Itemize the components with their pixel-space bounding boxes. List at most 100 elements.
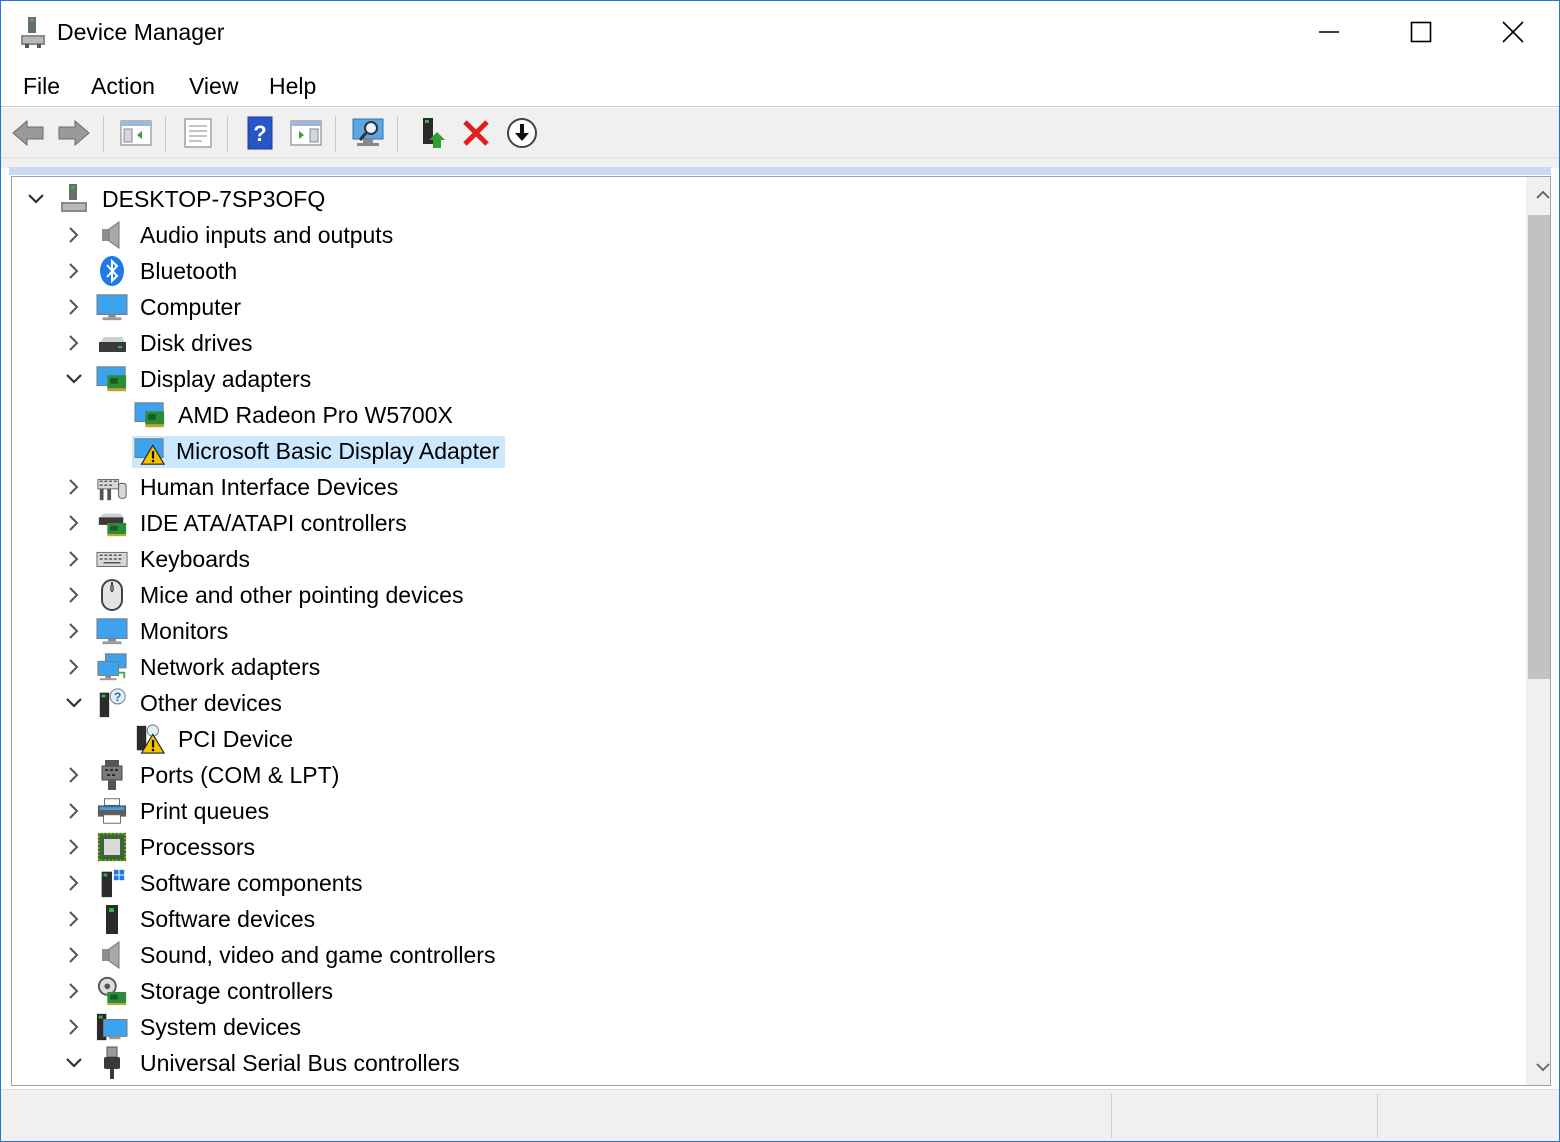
tree-item-ide-controllers[interactable]: IDE ATA/ATAPI controllers: [12, 505, 1512, 541]
update-driver-button[interactable]: [415, 116, 449, 150]
tree-item-ports[interactable]: Ports (COM & LPT): [12, 757, 1512, 793]
tree-item-processors[interactable]: Processors: [12, 829, 1512, 865]
close-icon: [1502, 21, 1524, 43]
monitor-icon: [96, 615, 128, 647]
tree-item-amd-radeon[interactable]: AMD Radeon Pro W5700X: [12, 397, 1512, 433]
tree-item-label[interactable]: PCI Device: [172, 724, 299, 756]
tree-item-audio[interactable]: Audio inputs and outputs: [12, 217, 1512, 253]
tree-item-label[interactable]: IDE ATA/ATAPI controllers: [134, 508, 413, 540]
tree-item-print-queues[interactable]: Print queues: [12, 793, 1512, 829]
scrollbar-thumb[interactable]: [1528, 215, 1550, 679]
tree-item-label[interactable]: Ports (COM & LPT): [134, 760, 345, 792]
show-hide-console-tree-button[interactable]: [119, 116, 153, 150]
tree-item-usb-controllers[interactable]: Universal Serial Bus controllers: [12, 1045, 1512, 1081]
tree-root-label[interactable]: DESKTOP-7SP3OFQ: [96, 184, 331, 216]
help-icon: ?: [247, 116, 273, 150]
chevron-right-icon[interactable]: [64, 873, 84, 893]
chevron-down-icon[interactable]: [26, 189, 46, 209]
tree-item-label[interactable]: Computer: [134, 292, 247, 324]
chevron-right-icon[interactable]: [64, 477, 84, 497]
tree-item-software-devices[interactable]: Software devices: [12, 901, 1512, 937]
chevron-right-icon[interactable]: [64, 585, 84, 605]
tree-item-label[interactable]: Human Interface Devices: [134, 472, 404, 504]
chevron-right-icon[interactable]: [64, 909, 84, 929]
chevron-right-icon[interactable]: [64, 801, 84, 821]
tree-item-label[interactable]: System devices: [134, 1012, 307, 1044]
tree-item-storage-controllers[interactable]: Storage controllers: [12, 973, 1512, 1009]
tree-item-label[interactable]: Disk drives: [134, 328, 258, 360]
tree-item-bluetooth[interactable]: Bluetooth: [12, 253, 1512, 289]
back-button[interactable]: [11, 116, 45, 150]
tree-item-monitors[interactable]: Monitors: [12, 613, 1512, 649]
tree-item-system-devices[interactable]: System devices: [12, 1009, 1512, 1045]
scroll-up-button[interactable]: [1526, 177, 1550, 213]
tree-item-label[interactable]: Sound, video and game controllers: [134, 940, 501, 972]
tree-item-mice[interactable]: Mice and other pointing devices: [12, 577, 1512, 613]
tree-item-label-selected[interactable]: Microsoft Basic Display Adapter: [132, 436, 506, 468]
tree-item-software-components[interactable]: Software components: [12, 865, 1512, 901]
minimize-button[interactable]: [1283, 1, 1375, 63]
chevron-down-icon[interactable]: [64, 1053, 84, 1073]
chevron-down-icon[interactable]: [64, 369, 84, 389]
chevron-right-icon[interactable]: [64, 513, 84, 533]
tree-item-label[interactable]: Software components: [134, 868, 368, 900]
software-component-icon: [96, 867, 128, 899]
tree-item-label[interactable]: AMD Radeon Pro W5700X: [172, 400, 459, 432]
tree-item-pci-device[interactable]: PCI Device: [12, 721, 1512, 757]
chevron-right-icon[interactable]: [64, 1017, 84, 1037]
chevron-right-icon[interactable]: [64, 657, 84, 677]
forward-button[interactable]: [57, 116, 91, 150]
tree-item-keyboards[interactable]: Keyboards: [12, 541, 1512, 577]
chevron-right-icon[interactable]: [64, 837, 84, 857]
uninstall-device-button[interactable]: [459, 116, 493, 150]
chevron-right-icon[interactable]: [64, 549, 84, 569]
scan-hardware-changes-button[interactable]: [351, 116, 385, 150]
tree-item-label[interactable]: Mice and other pointing devices: [134, 580, 469, 612]
disable-device-button[interactable]: [505, 116, 539, 150]
tree-item-other-devices[interactable]: ? Other devices: [12, 685, 1512, 721]
tree-item-microsoft-basic-display-adapter[interactable]: Microsoft Basic Display Adapter: [12, 433, 1512, 469]
tree-item-computer[interactable]: Computer: [12, 289, 1512, 325]
help-button[interactable]: ?: [243, 116, 277, 150]
chevron-right-icon[interactable]: [64, 945, 84, 965]
chevron-right-icon[interactable]: [64, 333, 84, 353]
vertical-scrollbar[interactable]: [1526, 177, 1550, 1085]
scroll-down-button[interactable]: [1526, 1049, 1550, 1085]
back-arrow-icon: [12, 119, 44, 147]
action-pane-button[interactable]: [289, 116, 323, 150]
tree-item-label[interactable]: Universal Serial Bus controllers: [134, 1048, 466, 1080]
tree-item-label[interactable]: Other devices: [134, 688, 288, 720]
tree-item-label[interactable]: Monitors: [134, 616, 234, 648]
menu-file[interactable]: File: [23, 73, 60, 100]
chevron-right-icon[interactable]: [64, 621, 84, 641]
title-bar[interactable]: Device Manager: [1, 1, 1559, 65]
tree-item-human-interface-devices[interactable]: Human Interface Devices: [12, 469, 1512, 505]
menu-help[interactable]: Help: [269, 73, 316, 100]
menu-action[interactable]: Action: [91, 73, 155, 100]
tree-item-label[interactable]: Display adapters: [134, 364, 317, 396]
chevron-right-icon[interactable]: [64, 225, 84, 245]
tree-item-label[interactable]: Bluetooth: [134, 256, 243, 288]
menu-view[interactable]: View: [189, 73, 238, 100]
maximize-button[interactable]: [1375, 1, 1467, 63]
tree-item-disk-drives[interactable]: Disk drives: [12, 325, 1512, 361]
chevron-right-icon[interactable]: [64, 261, 84, 281]
tree-item-label[interactable]: Network adapters: [134, 652, 326, 684]
tree-item-label[interactable]: Storage controllers: [134, 976, 339, 1008]
chevron-right-icon[interactable]: [64, 765, 84, 785]
chevron-right-icon[interactable]: [64, 981, 84, 1001]
tree-item-label[interactable]: Keyboards: [134, 544, 256, 576]
tree-item-sound-video-game[interactable]: Sound, video and game controllers: [12, 937, 1512, 973]
chevron-right-icon[interactable]: [64, 297, 84, 317]
properties-button[interactable]: [181, 116, 215, 150]
close-button[interactable]: [1467, 1, 1559, 63]
tree-root-row[interactable]: DESKTOP-7SP3OFQ: [12, 181, 1512, 217]
disk-drive-icon: [96, 327, 128, 359]
tree-item-label[interactable]: Software devices: [134, 904, 321, 936]
tree-item-label[interactable]: Print queues: [134, 796, 275, 828]
tree-item-network-adapters[interactable]: Network adapters: [12, 649, 1512, 685]
tree-item-display-adapters[interactable]: Display adapters: [12, 361, 1512, 397]
tree-item-label[interactable]: Audio inputs and outputs: [134, 220, 399, 252]
chevron-down-icon[interactable]: [64, 693, 84, 713]
tree-item-label[interactable]: Processors: [134, 832, 261, 864]
